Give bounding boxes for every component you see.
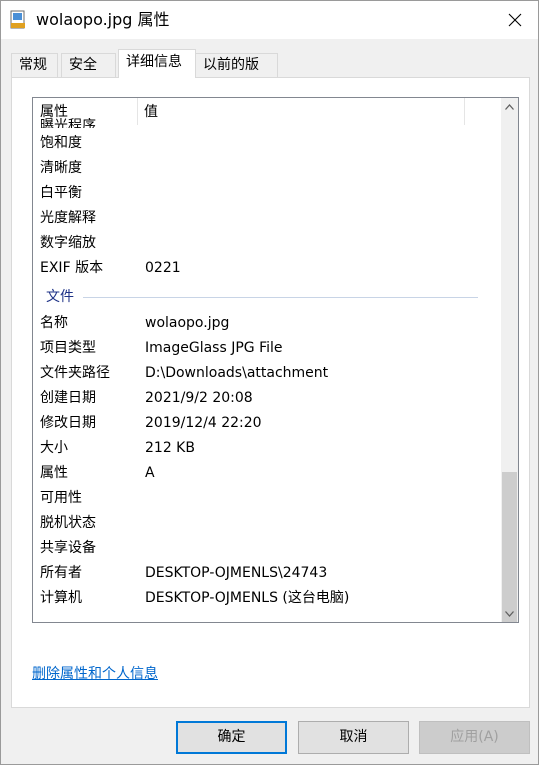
list-item[interactable]: 项目类型 ImageGlass JPG File (33, 336, 485, 361)
tab-security[interactable]: 安全 (61, 53, 116, 77)
list-item[interactable]: 饱和度 (33, 131, 485, 156)
property-name: 文件夹路径 (40, 365, 110, 381)
remove-properties-link[interactable]: 删除属性和个人信息 (32, 664, 158, 684)
list-item[interactable]: 创建日期 2021/9/2 20:08 (33, 386, 485, 411)
tab-strip: 常规 安全 详细信息 以前的版本 (11, 49, 531, 95)
list-item[interactable]: 清晰度 (33, 156, 485, 181)
property-name: 修改日期 (40, 415, 96, 431)
details-panel: 属性 值 曝光程序 饱和度 清晰度 白平衡 光度解释 数字缩放 EXIF 版本 … (11, 77, 530, 708)
list-item[interactable]: 脱机状态 (33, 511, 485, 536)
property-name: 大小 (40, 440, 68, 456)
list-item[interactable]: 名称 wolaopo.jpg (33, 311, 485, 336)
property-name: EXIF 版本 (40, 260, 104, 276)
column-divider[interactable] (137, 98, 138, 125)
scroll-up-button[interactable] (501, 98, 518, 115)
property-name: 名称 (40, 315, 68, 331)
property-value: 2019/12/4 22:20 (145, 415, 262, 431)
property-name: 共享设备 (40, 540, 96, 556)
list-item-partial[interactable]: 曝光程序 (40, 118, 96, 128)
title-bar: wolaopo.jpg 属性 (1, 1, 538, 39)
property-value: DESKTOP-OJMENLS (这台电脑) (145, 590, 350, 606)
close-icon (508, 13, 522, 27)
list-item[interactable]: 可用性 (33, 486, 485, 511)
chevron-down-icon (505, 610, 514, 617)
property-name: 属性 (40, 465, 68, 481)
image-file-icon (10, 10, 25, 29)
list-item[interactable]: 数字缩放 (33, 231, 485, 256)
apply-button[interactable]: 应用(A) (419, 721, 530, 754)
list-item[interactable]: 文件夹路径 D:\Downloads\attachment (33, 361, 485, 386)
cancel-button[interactable]: 取消 (298, 721, 409, 754)
vertical-scrollbar[interactable] (501, 98, 518, 622)
property-list[interactable]: 属性 值 曝光程序 饱和度 清晰度 白平衡 光度解释 数字缩放 EXIF 版本 … (32, 97, 519, 623)
window-title: wolaopo.jpg 属性 (36, 10, 170, 29)
scroll-thumb[interactable] (502, 472, 517, 622)
list-item[interactable]: EXIF 版本 0221 (33, 256, 485, 281)
list-item[interactable]: 光度解释 (33, 206, 485, 231)
column-divider[interactable] (464, 98, 465, 125)
list-item[interactable]: 修改日期 2019/12/4 22:20 (33, 411, 485, 436)
group-label: 文件 (46, 289, 74, 305)
list-item[interactable]: 所有者 DESKTOP-OJMENLS\24743 (33, 561, 485, 586)
property-value: 0221 (145, 260, 181, 276)
chevron-up-icon (505, 103, 514, 110)
scroll-down-button[interactable] (501, 605, 518, 622)
property-name: 计算机 (40, 590, 82, 606)
list-item[interactable]: 大小 212 KB (33, 436, 485, 461)
property-value: 212 KB (145, 440, 195, 456)
ok-button[interactable]: 确定 (176, 721, 287, 754)
list-item[interactable]: 共享设备 (33, 536, 485, 561)
property-value: ImageGlass JPG File (145, 340, 283, 356)
property-name: 光度解释 (40, 210, 96, 226)
property-name: 项目类型 (40, 340, 96, 356)
list-item[interactable]: 属性 A (33, 461, 485, 486)
list-item[interactable]: 白平衡 (33, 181, 485, 206)
property-name: 清晰度 (40, 160, 82, 176)
properties-dialog: wolaopo.jpg 属性 常规 安全 详细信息 以前的版本 属性 值 曝光程… (0, 0, 539, 765)
property-value: DESKTOP-OJMENLS\24743 (145, 565, 328, 581)
property-name: 脱机状态 (40, 515, 96, 531)
property-value: 2021/9/2 20:08 (145, 390, 253, 406)
property-value: D:\Downloads\attachment (145, 365, 329, 381)
tab-general[interactable]: 常规 (11, 53, 58, 77)
property-name: 数字缩放 (40, 235, 96, 251)
list-header: 属性 值 (33, 98, 485, 126)
property-name: 饱和度 (40, 135, 82, 151)
property-value: wolaopo.jpg (145, 315, 230, 331)
group-divider (83, 297, 478, 298)
list-item[interactable]: 计算机 DESKTOP-OJMENLS (这台电脑) (33, 586, 485, 611)
property-value: A (145, 465, 155, 481)
property-name: 创建日期 (40, 390, 96, 406)
column-header-value[interactable]: 值 (144, 103, 158, 121)
property-name: 可用性 (40, 490, 82, 506)
tab-previous-versions[interactable]: 以前的版本 (195, 53, 278, 95)
property-name: 所有者 (40, 565, 82, 581)
group-header-file[interactable]: 文件 (33, 285, 485, 310)
property-name: 白平衡 (40, 185, 82, 201)
close-button[interactable] (492, 1, 538, 39)
tab-details[interactable]: 详细信息 (118, 49, 196, 78)
